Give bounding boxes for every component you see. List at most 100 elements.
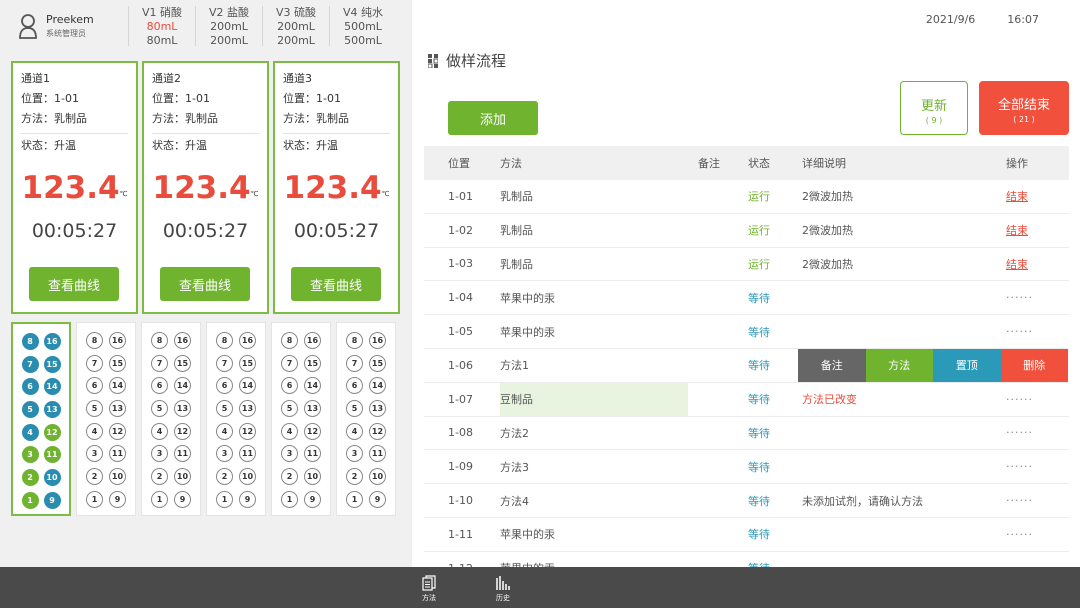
more-options-button[interactable]: ······ [1006,291,1033,304]
sample-tube[interactable]: 16 [369,331,386,349]
sample-tube[interactable]: 9 [369,490,386,508]
end-row-link[interactable]: 结束 [1006,190,1028,203]
sample-tube[interactable]: 4 [281,422,298,440]
sample-tube[interactable]: 9 [109,490,126,508]
sample-tube[interactable]: 8 [86,331,103,349]
sample-tube[interactable]: 4 [346,422,363,440]
sample-tube[interactable]: 1 [151,490,168,508]
delete-action-button[interactable]: 删除 [1000,348,1068,382]
sample-tube[interactable]: 5 [346,399,363,417]
more-options-button[interactable]: ······ [1006,528,1033,541]
table-row[interactable]: 1-01 乳制品 运行 2微波加热 结束 [424,180,1069,214]
sample-tube[interactable]: 6 [216,377,233,395]
sample-tube[interactable]: 9 [43,491,61,509]
sample-tube[interactable]: 14 [43,378,61,396]
table-row[interactable]: 1-10 方法4 等待 未添加试剂，请确认方法 ······ [424,484,1069,518]
method-action-button[interactable]: 方法 [865,348,933,382]
sample-tube[interactable]: 12 [43,423,61,441]
sample-tube[interactable]: 3 [216,445,233,463]
refresh-button[interactable]: 更新 ( 9 ) [900,81,968,135]
sample-tube[interactable]: 7 [281,354,298,372]
table-row[interactable]: 1-06 方法1 等待 备注 方法 置顶 删除 [424,348,1069,383]
end-all-button[interactable]: 全部结束 ( 21 ) [979,81,1069,135]
sample-tube[interactable]: 2 [151,467,168,485]
sample-tube[interactable]: 6 [151,377,168,395]
sample-tube[interactable]: 10 [174,467,191,485]
more-options-button[interactable]: ······ [1006,494,1033,507]
sample-tube[interactable]: 9 [239,490,256,508]
sample-tube[interactable]: 1 [21,491,39,509]
sample-tube[interactable]: 15 [174,354,191,372]
pin-top-action-button[interactable]: 置顶 [933,348,1001,382]
sample-tube[interactable]: 5 [151,399,168,417]
sample-tube[interactable]: 11 [109,445,126,463]
sample-tube[interactable]: 13 [239,399,256,417]
more-options-button[interactable]: ······ [1006,325,1033,338]
end-row-link[interactable]: 结束 [1006,258,1028,271]
end-row-link[interactable]: 结束 [1006,224,1028,237]
sample-tube[interactable]: 13 [174,399,191,417]
sample-tube[interactable]: 15 [304,354,321,372]
sample-tube[interactable]: 12 [174,422,191,440]
sample-tube[interactable]: 2 [86,467,103,485]
sample-tube[interactable]: 12 [109,422,126,440]
sample-tube[interactable]: 12 [239,422,256,440]
note-action-button[interactable]: 备注 [798,348,866,382]
sample-tube[interactable]: 14 [109,377,126,395]
sample-tube[interactable]: 6 [21,378,39,396]
sample-tube[interactable]: 5 [281,399,298,417]
sample-rack-3[interactable]: 8 16 7 15 6 14 5 13 4 12 3 11 2 10 1 9 [141,322,201,516]
nav-method[interactable]: 方法 [422,575,436,603]
sample-tube[interactable]: 12 [304,422,321,440]
sample-tube[interactable]: 6 [346,377,363,395]
sample-tube[interactable]: 3 [21,446,39,464]
sample-tube[interactable]: 2 [346,467,363,485]
sample-tube[interactable]: 16 [43,332,61,350]
sample-tube[interactable]: 13 [369,399,386,417]
sample-tube[interactable]: 4 [86,422,103,440]
sample-tube[interactable]: 12 [369,422,386,440]
sample-rack-1[interactable]: 8 16 7 15 6 14 5 13 4 12 3 11 2 10 1 9 [11,322,71,516]
table-row[interactable]: 1-08 方法2 等待 ······ [424,417,1069,451]
sample-tube[interactable]: 6 [281,377,298,395]
sample-tube[interactable]: 6 [86,377,103,395]
sample-tube[interactable]: 8 [21,332,39,350]
sample-tube[interactable]: 16 [239,331,256,349]
sample-tube[interactable]: 3 [281,445,298,463]
sample-tube[interactable]: 11 [43,446,61,464]
sample-tube[interactable]: 7 [216,354,233,372]
sample-tube[interactable]: 16 [109,331,126,349]
table-row[interactable]: 1-03 乳制品 运行 2微波加热 结束 [424,248,1069,282]
sample-tube[interactable]: 3 [151,445,168,463]
sample-tube[interactable]: 7 [21,355,39,373]
user-info[interactable]: Preekem 系统管理员 [0,13,128,39]
nav-history[interactable]: 历史 [495,575,511,603]
sample-tube[interactable]: 10 [43,468,61,486]
sample-tube[interactable]: 2 [21,468,39,486]
sample-tube[interactable]: 11 [239,445,256,463]
sample-tube[interactable]: 1 [346,490,363,508]
sample-tube[interactable]: 4 [216,422,233,440]
table-row[interactable]: 1-11 苹果中的汞 等待 ······ [424,518,1069,552]
sample-tube[interactable]: 14 [304,377,321,395]
sample-tube[interactable]: 15 [369,354,386,372]
sample-tube[interactable]: 5 [216,399,233,417]
sample-tube[interactable]: 8 [216,331,233,349]
view-curve-button[interactable]: 查看曲线 [29,267,119,301]
sample-tube[interactable]: 13 [109,399,126,417]
sample-tube[interactable]: 16 [304,331,321,349]
table-row[interactable]: 1-04 苹果中的汞 等待 ······ [424,281,1069,316]
sample-tube[interactable]: 7 [86,354,103,372]
sample-tube[interactable]: 8 [346,331,363,349]
sample-tube[interactable]: 9 [174,490,191,508]
channel-card-1[interactable]: 通道1 位置：1-01 方法：乳制品 状态：升温 123.4℃ 00:05:27… [11,61,138,314]
sample-tube[interactable]: 8 [151,331,168,349]
channel-card-3[interactable]: 通道3 位置：1-01 方法：乳制品 状态：升温 123.4℃ 00:05:27… [273,61,400,314]
sample-tube[interactable]: 5 [21,400,39,418]
sample-tube[interactable]: 4 [151,422,168,440]
sample-tube[interactable]: 1 [216,490,233,508]
table-row[interactable]: 1-07 豆制品 等待 方法已改变 ······ [424,382,1069,417]
sample-tube[interactable]: 10 [369,467,386,485]
sample-tube[interactable]: 10 [304,467,321,485]
sample-tube[interactable]: 9 [304,490,321,508]
